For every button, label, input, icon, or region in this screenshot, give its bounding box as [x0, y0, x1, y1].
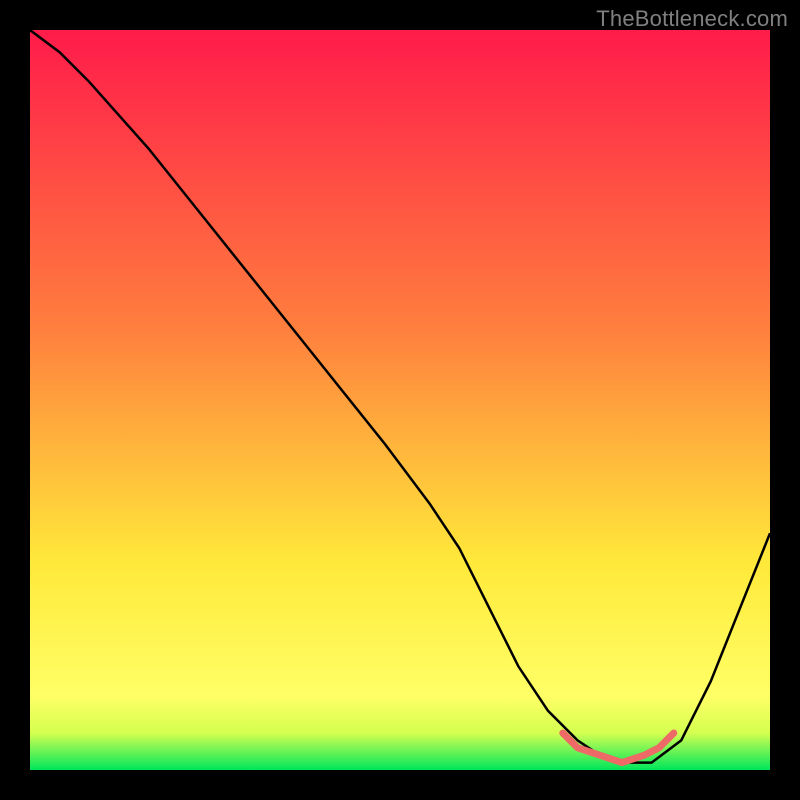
chart-stage: TheBottleneck.com	[0, 0, 800, 800]
plot-frame	[30, 30, 770, 770]
watermark-text: TheBottleneck.com	[596, 6, 788, 32]
bottleneck-chart	[30, 30, 770, 770]
